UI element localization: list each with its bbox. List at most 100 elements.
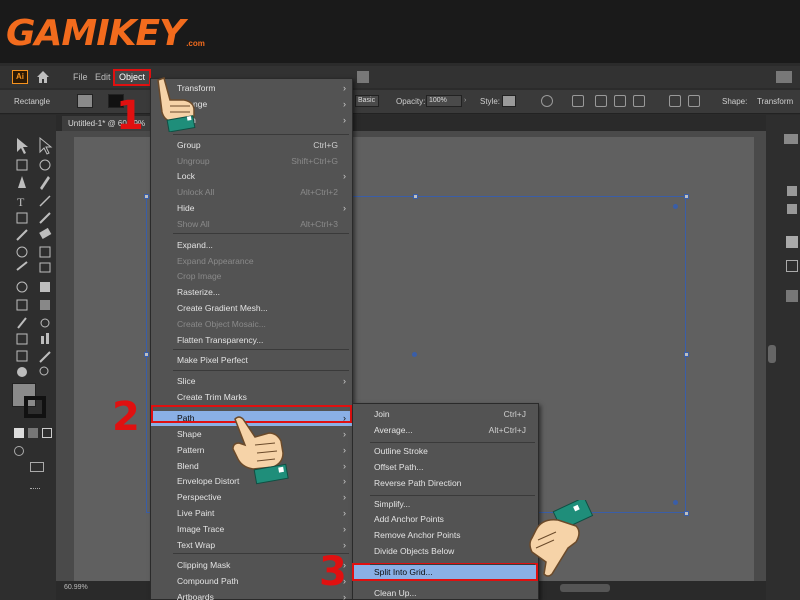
object-menu-item-slice[interactable]: Slice ›: [151, 374, 352, 389]
object-menu-item-image-trace[interactable]: Image Trace ›: [151, 522, 352, 537]
object-menu-item-create-gradient-mesh[interactable]: Create Gradient Mesh...: [151, 301, 352, 316]
line-tool-icon[interactable]: [39, 195, 51, 207]
hand-tool-icon[interactable]: [17, 367, 27, 377]
rotate-tool-icon[interactable]: [16, 246, 28, 258]
doc-setup-icon[interactable]: [572, 95, 584, 107]
selection-handle[interactable]: [144, 194, 149, 199]
path-menu-item-join[interactable]: Join Ctrl+J: [353, 407, 538, 422]
rectangle-tool-icon[interactable]: [16, 212, 28, 224]
selection-handle[interactable]: [413, 194, 418, 199]
pen-tool-icon[interactable]: [18, 176, 26, 188]
scale-tool-icon[interactable]: [39, 246, 51, 258]
shaper-tool-icon[interactable]: [16, 229, 28, 241]
vertical-scrollbar-thumb[interactable]: [768, 345, 776, 363]
tools-icons[interactable]: T: [0, 120, 56, 500]
object-menu-item-flatten-transparency[interactable]: Flatten Transparency...: [151, 333, 352, 348]
object-menu-item-lock[interactable]: Lock ›: [151, 169, 352, 184]
blend-tool-icon[interactable]: [40, 318, 50, 328]
recolor-icon[interactable]: [541, 95, 553, 107]
zoom-tool-icon[interactable]: [39, 366, 49, 376]
object-menu-item-make-pixel-perfect[interactable]: Make Pixel Perfect: [151, 353, 352, 368]
perspective-grid-icon[interactable]: [40, 282, 50, 292]
home-icon[interactable]: [36, 70, 50, 84]
align-middle-icon[interactable]: [688, 95, 700, 107]
object-menu-item-create-object-mosaic[interactable]: Create Object Mosaic...: [151, 317, 352, 332]
opacity-dropdown-icon[interactable]: ›: [464, 95, 472, 107]
fill-swatch[interactable]: [77, 94, 93, 108]
horizontal-scrollbar-thumb[interactable]: [560, 584, 610, 592]
object-menu-item-expand-appearance[interactable]: Expand Appearance: [151, 254, 352, 269]
object-menu-item-live-paint[interactable]: Live Paint ›: [151, 506, 352, 521]
object-menu-item-expand[interactable]: Expand...: [151, 238, 352, 253]
object-menu-item-perspective[interactable]: Perspective ›: [151, 490, 352, 505]
path-menu-item-average[interactable]: Average... Alt+Ctrl+J: [353, 423, 538, 438]
object-menu-item-show-all[interactable]: Show All Alt+Ctrl+3: [151, 217, 352, 232]
align-top-icon[interactable]: [669, 95, 681, 107]
graph-tool-icon[interactable]: [46, 333, 49, 344]
symbol-sprayer-icon[interactable]: [16, 333, 28, 345]
search-icon[interactable]: [776, 71, 792, 83]
object-menu-item-group[interactable]: Group Ctrl+G: [151, 138, 352, 153]
screen-mode-icon[interactable]: [30, 462, 44, 472]
magic-wand-icon[interactable]: [16, 159, 28, 171]
shape-builder-icon[interactable]: [16, 281, 28, 293]
zoom-level[interactable]: 60.99%: [64, 584, 88, 591]
path-menu-item-outline-stroke[interactable]: Outline Stroke: [353, 444, 538, 459]
properties-panel-icon[interactable]: [784, 134, 798, 144]
slice-tool-icon[interactable]: [39, 351, 51, 363]
curvature-tool-icon[interactable]: [40, 176, 50, 190]
object-menu-item-unlock-all[interactable]: Unlock All Alt+Ctrl+2: [151, 185, 352, 200]
corner-widget[interactable]: [673, 500, 678, 505]
object-menu-item-hide[interactable]: Hide ›: [151, 201, 352, 216]
layers-panel-icon[interactable]: [787, 186, 797, 196]
menu-object[interactable]: Object: [113, 69, 151, 86]
type-tool-icon[interactable]: T: [17, 195, 25, 209]
symbols-panel-icon[interactable]: [786, 290, 798, 302]
swatches-panel-icon[interactable]: [786, 236, 798, 248]
free-transform-icon[interactable]: [39, 262, 51, 273]
eraser-icon[interactable]: [39, 227, 52, 239]
object-menu-item-crop-image[interactable]: Crop Image: [151, 269, 352, 284]
selection-handle[interactable]: [684, 352, 689, 357]
style-basic-select[interactable]: Basic: [355, 95, 379, 107]
width-tool-icon[interactable]: [16, 261, 28, 271]
align-right-icon[interactable]: [633, 95, 645, 107]
paintbrush-icon[interactable]: [39, 212, 51, 224]
selection-handle[interactable]: [144, 352, 149, 357]
path-menu-item-remove-anchor-points[interactable]: Remove Anchor Points: [353, 528, 538, 543]
menu-file[interactable]: File: [73, 71, 88, 83]
opacity-input[interactable]: 100%: [426, 95, 462, 107]
path-menu-item-simplify[interactable]: Simplify...: [353, 497, 538, 512]
mesh-tool-icon[interactable]: [16, 299, 28, 311]
path-menu-item-add-anchor-points[interactable]: Add Anchor Points: [353, 512, 538, 527]
transform-link[interactable]: Transform: [757, 97, 793, 107]
direct-selection-tool-icon[interactable]: [39, 136, 53, 155]
selection-handle[interactable]: [684, 511, 689, 516]
path-menu-item-reverse-path-direction[interactable]: Reverse Path Direction: [353, 476, 538, 491]
color-mode-icon[interactable]: [14, 428, 24, 438]
gradient-tool-icon[interactable]: [40, 300, 50, 310]
artboard-tool-icon[interactable]: [16, 350, 28, 362]
path-menu-item-clean-up[interactable]: Clean Up...: [353, 586, 538, 600]
stroke-color-box[interactable]: [24, 396, 46, 418]
corner-widget[interactable]: [673, 204, 678, 209]
align-icon[interactable]: [595, 95, 607, 107]
path-menu-item-split-into-grid[interactable]: Split Into Grid...: [353, 565, 538, 580]
draw-mode-icon[interactable]: [14, 446, 24, 456]
menu-edit[interactable]: Edit: [95, 71, 111, 83]
object-menu-item-create-trim-marks[interactable]: Create Trim Marks: [151, 390, 352, 405]
eyedropper-icon[interactable]: [17, 317, 27, 329]
selection-tool-icon[interactable]: [17, 138, 28, 154]
none-mode-icon[interactable]: [42, 428, 52, 438]
path-menu-item-divide-objects-below[interactable]: Divide Objects Below: [353, 544, 538, 559]
libraries-panel-icon[interactable]: [787, 204, 797, 214]
align-center-icon[interactable]: [614, 95, 626, 107]
path-menu-item-offset-path[interactable]: Offset Path...: [353, 460, 538, 475]
workspace-icon[interactable]: [357, 71, 369, 83]
edit-toolbar-icon[interactable]: [30, 488, 40, 491]
lasso-icon[interactable]: [39, 159, 51, 171]
object-menu-item-ungroup[interactable]: Ungroup Shift+Ctrl+G: [151, 154, 352, 169]
object-menu-item-rasterize[interactable]: Rasterize...: [151, 285, 352, 300]
brushes-panel-icon[interactable]: [786, 260, 798, 272]
selection-handle[interactable]: [684, 194, 689, 199]
